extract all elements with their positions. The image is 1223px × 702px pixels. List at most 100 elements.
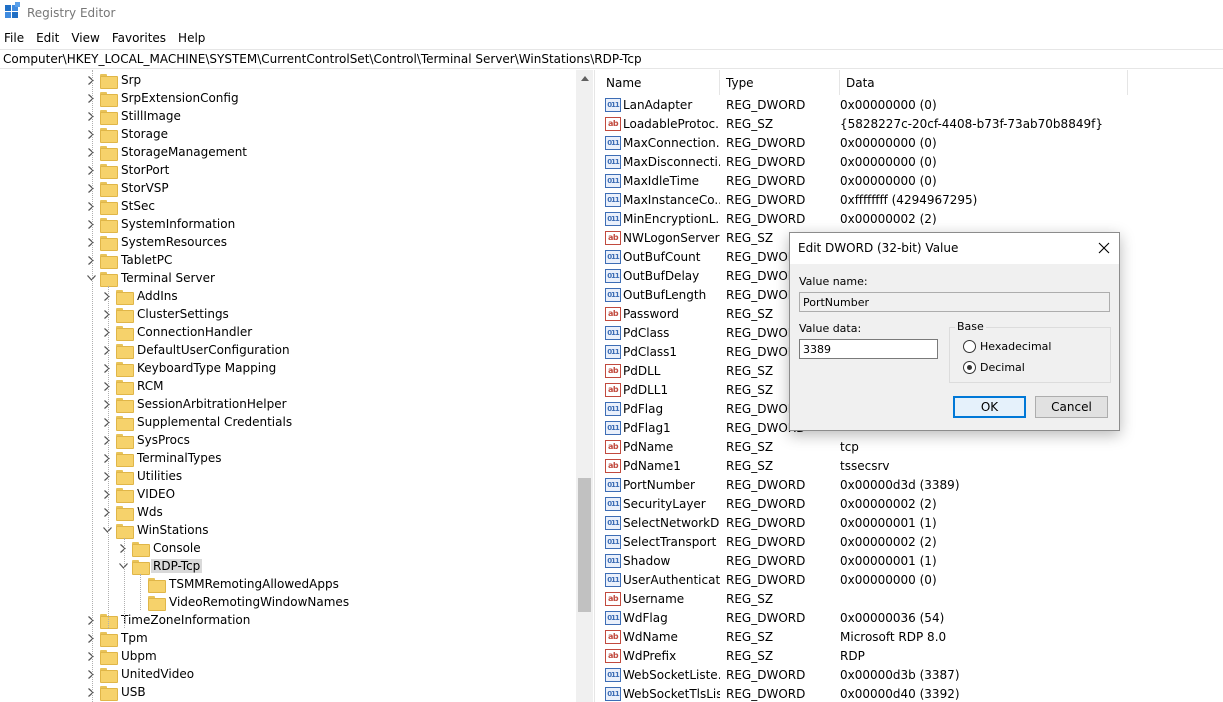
chevron-right-icon[interactable] — [102, 395, 112, 413]
value-row[interactable]: 011SelectNetworkD... REG_DWORD 0x00000001 … — [600, 513, 1223, 532]
tree-node[interactable]: SessionArbitrationHelper — [102, 395, 289, 413]
hexadecimal-radio[interactable] — [963, 340, 976, 353]
cancel-button[interactable]: Cancel — [1035, 396, 1108, 418]
tree-node[interactable]: TabletPC — [86, 251, 174, 269]
tree-node[interactable]: WinStations — [102, 521, 210, 539]
value-row[interactable]: 011 MaxInstanceCo... REG_DWORD 0xffffffff (… — [600, 190, 1223, 209]
chevron-right-icon[interactable] — [102, 359, 112, 377]
value-row[interactable]: ab LoadableProtoc... REG_SZ {5828227c-20cf-… — [600, 114, 1223, 133]
chevron-right-icon[interactable] — [102, 431, 112, 449]
value-row[interactable]: 011 MinEncryptionL... REG_DWORD 0x00000002 … — [600, 209, 1223, 228]
value-row[interactable]: 011 Shadow REG_DWORD 0x00000001 (1) — [600, 551, 1223, 570]
close-icon[interactable] — [1095, 239, 1113, 257]
tree-node[interactable]: StillImage — [86, 107, 183, 125]
value-row[interactable]: 011WebSocketTlsLis... REG_DWORD 0x00000d40… — [600, 684, 1223, 702]
value-row[interactable]: 011 MaxDisconnecti... REG_DWORD 0x00000000 … — [600, 152, 1223, 171]
tree-node[interactable]: Ubpm — [86, 647, 159, 665]
chevron-right-icon[interactable] — [86, 233, 96, 251]
chevron-right-icon[interactable] — [102, 485, 112, 503]
value-row[interactable]: ab WdPrefix REG_SZ RDP — [600, 646, 1223, 665]
tree-node[interactable]: UnitedVideo — [86, 665, 196, 683]
tree-node[interactable]: AddIns — [102, 287, 180, 305]
value-row[interactable]: 011 LanAdapter REG_DWORD 0x00000000 (0) — [600, 95, 1223, 114]
tree-scrollbar[interactable] — [576, 70, 593, 702]
chevron-right-icon[interactable] — [86, 89, 96, 107]
tree-node[interactable]: ClusterSettings — [102, 305, 231, 323]
chevron-right-icon[interactable] — [102, 323, 112, 341]
chevron-right-icon[interactable] — [86, 647, 96, 665]
chevron-right-icon[interactable] — [102, 287, 112, 305]
chevron-right-icon[interactable] — [86, 179, 96, 197]
chevron-right-icon[interactable] — [86, 665, 96, 683]
value-row[interactable]: 011 MaxConnection... REG_DWORD 0x00000000 (… — [600, 133, 1223, 152]
chevron-right-icon[interactable] — [102, 413, 112, 431]
value-row[interactable]: 011 WebSocketListe... REG_DWORD 0x00000d3b … — [600, 665, 1223, 684]
value-row[interactable]: 011 PortNumber REG_DWORD 0x00000d3d (3389) — [600, 475, 1223, 494]
column-type[interactable]: Type — [720, 70, 840, 95]
chevron-down-icon[interactable] — [102, 521, 112, 539]
chevron-right-icon[interactable] — [86, 629, 96, 647]
chevron-right-icon[interactable] — [102, 503, 112, 521]
chevron-right-icon[interactable] — [102, 305, 112, 323]
tree-node[interactable]: StSec — [86, 197, 157, 215]
chevron-right-icon[interactable] — [86, 611, 96, 629]
chevron-right-icon[interactable] — [102, 377, 112, 395]
tree-node[interactable]: TSMMRemotingAllowedApps — [134, 575, 341, 593]
tree-node[interactable]: StorVSP — [86, 179, 171, 197]
chevron-right-icon[interactable] — [102, 341, 112, 359]
tree-node[interactable]: StorageManagement — [86, 143, 249, 161]
tree-node[interactable]: SystemResources — [86, 233, 229, 251]
value-row[interactable]: 011 WdFlag REG_DWORD 0x00000036 (54) — [600, 608, 1223, 627]
chevron-right-icon[interactable] — [86, 107, 96, 125]
value-row[interactable]: ab PdName1 REG_SZ tssecsrv — [600, 456, 1223, 475]
tree-node[interactable]: Srp — [86, 71, 143, 89]
chevron-right-icon[interactable] — [102, 467, 112, 485]
column-data[interactable]: Data — [840, 70, 1128, 95]
tree-node[interactable]: RDP-Tcp — [118, 557, 203, 575]
tree-node[interactable]: Utilities — [102, 467, 184, 485]
tree-node[interactable]: SystemInformation — [86, 215, 237, 233]
value-data-input[interactable]: 3389 — [799, 339, 938, 359]
chevron-right-icon[interactable] — [86, 251, 96, 269]
scroll-up-icon[interactable] — [576, 70, 593, 87]
menu-view[interactable]: View — [66, 31, 104, 45]
tree-node[interactable]: TerminalTypes — [102, 449, 224, 467]
value-row[interactable]: ab Username REG_SZ — [600, 589, 1223, 608]
scroll-thumb[interactable] — [578, 478, 591, 612]
menu-edit[interactable]: Edit — [31, 31, 64, 45]
pane-splitter[interactable] — [594, 70, 599, 702]
tree-node[interactable]: Console — [118, 539, 203, 557]
decimal-radio[interactable] — [963, 361, 976, 374]
tree-node[interactable]: DefaultUserConfiguration — [102, 341, 292, 359]
decimal-option[interactable]: Decimal — [963, 361, 1025, 374]
column-name[interactable]: Name — [600, 70, 720, 95]
chevron-right-icon[interactable] — [86, 71, 96, 89]
ok-button[interactable]: OK — [953, 396, 1026, 418]
chevron-right-icon[interactable] — [102, 449, 112, 467]
chevron-right-icon[interactable] — [86, 161, 96, 179]
chevron-down-icon[interactable] — [118, 557, 128, 575]
value-row[interactable]: 011UserAuthenticat... REG_DWORD 0x00000000… — [600, 570, 1223, 589]
value-row[interactable]: 011 SelectTransport REG_DWORD 0x00000002 (2… — [600, 532, 1223, 551]
tree-node[interactable]: SrpExtensionConfig — [86, 89, 241, 107]
tree-node[interactable]: VIDEO — [102, 485, 177, 503]
chevron-right-icon[interactable] — [118, 539, 128, 557]
value-row[interactable]: ab WdName REG_SZ Microsoft RDP 8.0 — [600, 627, 1223, 646]
chevron-right-icon[interactable] — [86, 125, 96, 143]
hexadecimal-option[interactable]: Hexadecimal — [963, 340, 1051, 353]
tree-node[interactable]: StorPort — [86, 161, 171, 179]
address-bar[interactable]: Computer\HKEY_LOCAL_MACHINE\SYSTEM\Curre… — [0, 49, 1223, 69]
tree-node[interactable]: Storage — [86, 125, 170, 143]
tree-node[interactable]: Tpm — [86, 629, 150, 647]
chevron-right-icon[interactable] — [86, 143, 96, 161]
chevron-right-icon[interactable] — [86, 197, 96, 215]
value-row[interactable]: 011 SecurityLayer REG_DWORD 0x00000002 (2) — [600, 494, 1223, 513]
tree-node[interactable]: Supplemental Credentials — [102, 413, 294, 431]
value-row[interactable]: ab PdName REG_SZ tcp — [600, 437, 1223, 456]
tree-node[interactable]: VideoRemotingWindowNames — [134, 593, 351, 611]
tree-node[interactable]: SysProcs — [102, 431, 192, 449]
tree-node[interactable]: ConnectionHandler — [102, 323, 254, 341]
tree-node[interactable]: USB — [86, 683, 148, 701]
tree-node[interactable]: TimeZoneInformation — [86, 611, 252, 629]
menu-file[interactable]: File — [0, 31, 29, 45]
